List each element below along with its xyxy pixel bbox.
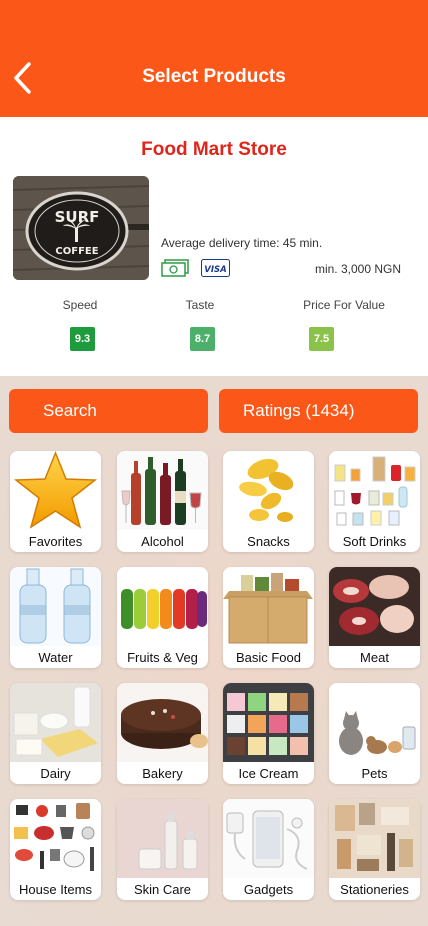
logo-text-top: SURF [55,208,100,226]
category-ice-cream[interactable]: Ice Cream [223,683,314,784]
category-meat[interactable]: Meat [329,567,420,668]
rating-badge-price: 7.5 [309,327,334,351]
category-label: Bakery [142,766,183,781]
category-label: Water [38,650,73,665]
category-label: Gadgets [243,882,294,897]
category-label: Fruits & Veg [127,650,198,665]
store-name: Food Mart Store [141,139,287,160]
meat-icon [329,567,420,646]
water-bottles-icon [10,567,101,646]
category-alcohol[interactable]: Alcohol [117,451,208,552]
category-dairy[interactable]: Dairy [10,683,101,784]
ratings-button-label: Ratings (1434) [243,401,355,420]
rating-badge-speed: 9.3 [70,327,95,351]
category-skin-care[interactable]: Skin Care [117,799,208,900]
app-header: Select Products [0,0,428,117]
ice-cream-icon [223,683,314,762]
category-area: Search Ratings (1434) Favorites Alcohol … [0,376,428,926]
category-pets[interactable]: Pets [329,683,420,784]
category-fruits-veg[interactable]: Fruits & Veg [117,567,208,668]
rating-badge-taste: 8.7 [190,327,215,351]
grocery-box-icon [223,567,314,646]
star-icon [10,451,101,530]
category-water[interactable]: Water [10,567,101,668]
category-house-items[interactable]: House Items [10,799,101,900]
pets-icon [329,683,420,762]
page-title: Select Products [142,66,286,87]
category-label: Stationeries [340,882,409,897]
kitchenware-icon [10,799,101,878]
category-soft-drinks[interactable]: Soft Drinks [329,451,420,552]
logo-text-bottom: COFFEE [55,246,98,257]
ratings-button[interactable]: Ratings (1434) [219,389,418,433]
delivery-time: Average delivery time: 45 min. [161,236,323,250]
category-label: Pets [361,766,388,781]
vegetables-icon [117,567,208,646]
category-label: Meat [360,650,389,665]
wine-bottles-icon [117,451,208,530]
category-stationeries[interactable]: Stationeries [329,799,420,900]
minimum-order: min. 3,000 NGN [314,262,401,276]
category-label: Snacks [247,534,290,549]
category-basic-food[interactable]: Basic Food [223,567,314,668]
category-label: Favorites [28,534,83,549]
category-favorites[interactable]: Favorites [10,451,101,552]
category-label: Ice Cream [238,766,299,781]
drinks-icon [329,451,420,530]
rating-label-speed: Speed [62,298,98,312]
visa-label: VISA [204,265,226,275]
category-label: Soft Drinks [342,534,407,549]
category-label: Alcohol [141,534,184,549]
stationery-icon [329,799,420,878]
cake-icon [117,683,208,762]
dairy-icon [10,683,101,762]
store-logo: SURF COFFEE [13,176,149,280]
cash-icon [161,259,189,277]
skin-care-icon [117,799,208,878]
category-snacks[interactable]: Snacks [223,451,314,552]
chips-icon [223,451,314,530]
category-label: House Items [19,882,92,897]
store-info-card: Food Mart Store SURF COFFEE Average deli [0,117,428,376]
category-label: Basic Food [235,650,302,665]
gadgets-icon [223,799,314,878]
search-button-label: Search [43,401,97,420]
visa-icon: VISA [201,259,230,277]
category-label: Dairy [40,766,71,781]
search-button[interactable]: Search [9,389,208,433]
category-label: Skin Care [133,882,192,897]
category-bakery[interactable]: Bakery [117,683,208,784]
rating-label-price: Price For Value [303,298,385,312]
category-gadgets[interactable]: Gadgets [223,799,314,900]
rating-label-taste: Taste [185,298,215,312]
